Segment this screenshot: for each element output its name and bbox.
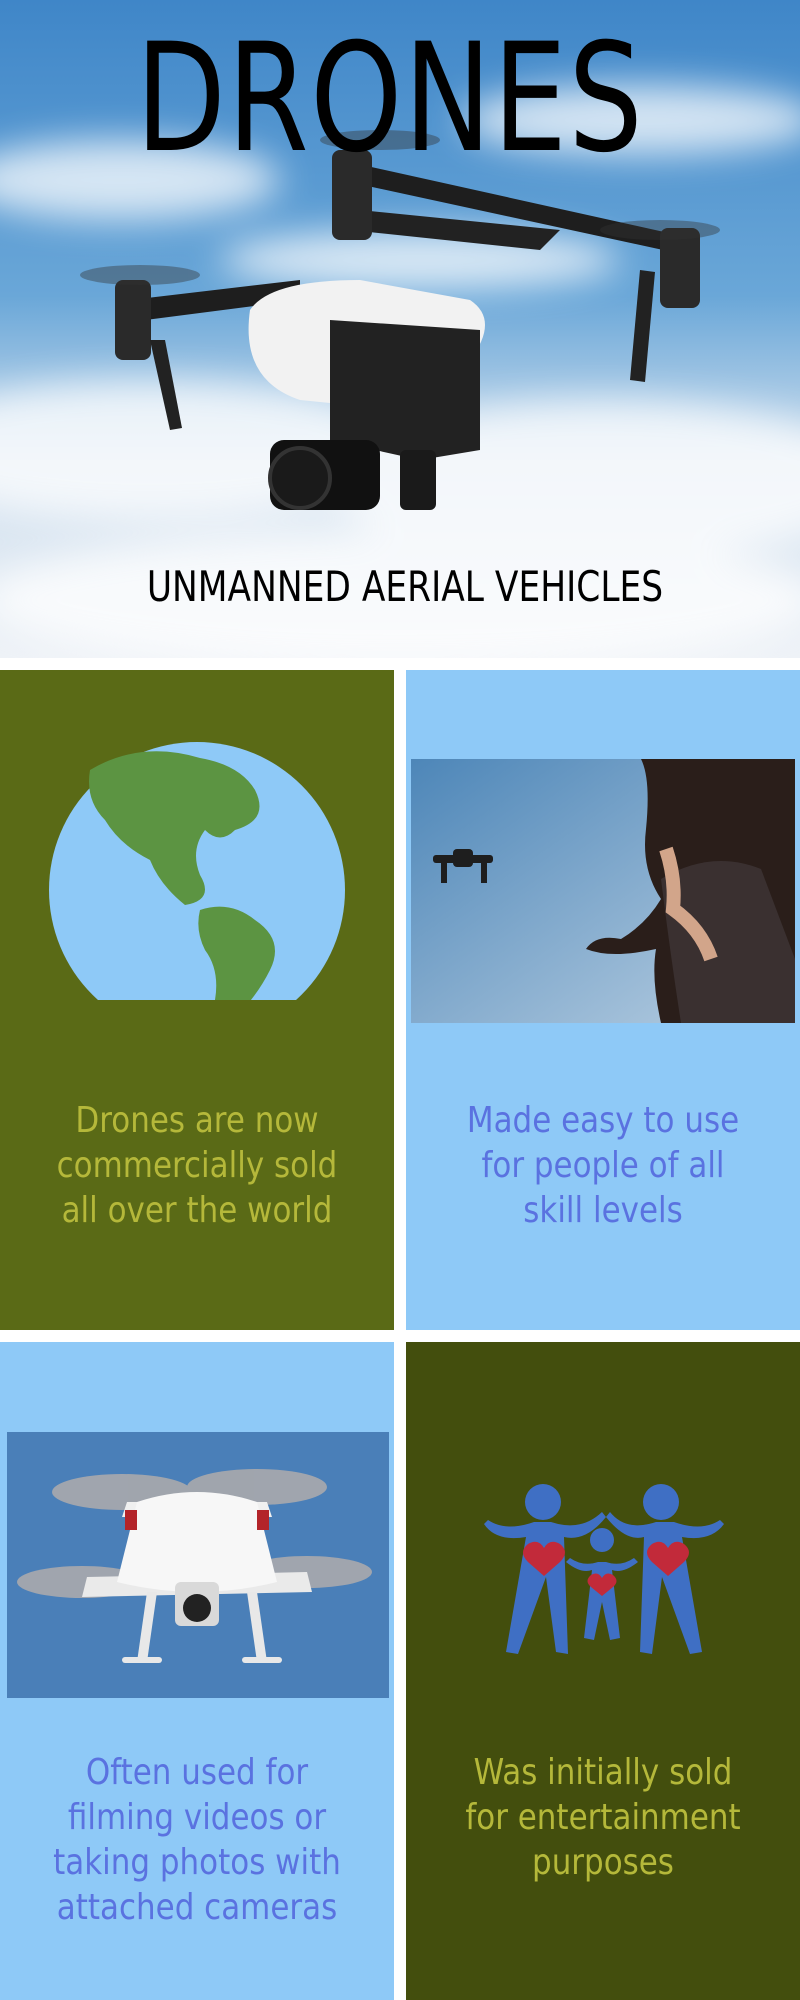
page-subtitle: UNMANNED AERIAL VEHICLES: [146, 562, 664, 611]
panel-worldwide: Drones are now commercially sold all ove…: [0, 670, 394, 1330]
hero-banner: DRONES UNMANNED AERIAL VEHICLES: [0, 0, 800, 658]
panel-text: Was initially sold for entertainment pur…: [465, 1752, 741, 1883]
panel-easy-use: Made easy to use for people of all skill…: [406, 670, 800, 1330]
family-hearts-icon: [484, 1484, 724, 1654]
panel-text: Made easy to use for people of all skill…: [466, 1100, 740, 1231]
woman-flying-drone-photo: [411, 759, 795, 1023]
panel-entertainment: Was initially sold for entertainment pur…: [406, 1342, 800, 2000]
globe-icon: [49, 742, 345, 1000]
white-quadcopter-photo: [7, 1432, 389, 1698]
panel-filming: Often used for filming videos or taking …: [0, 1342, 394, 2000]
panel-text: Drones are now commercially sold all ove…: [56, 1100, 338, 1231]
panel-text: Often used for filming videos or taking …: [53, 1752, 341, 1928]
page-title: DRONES: [135, 12, 645, 186]
